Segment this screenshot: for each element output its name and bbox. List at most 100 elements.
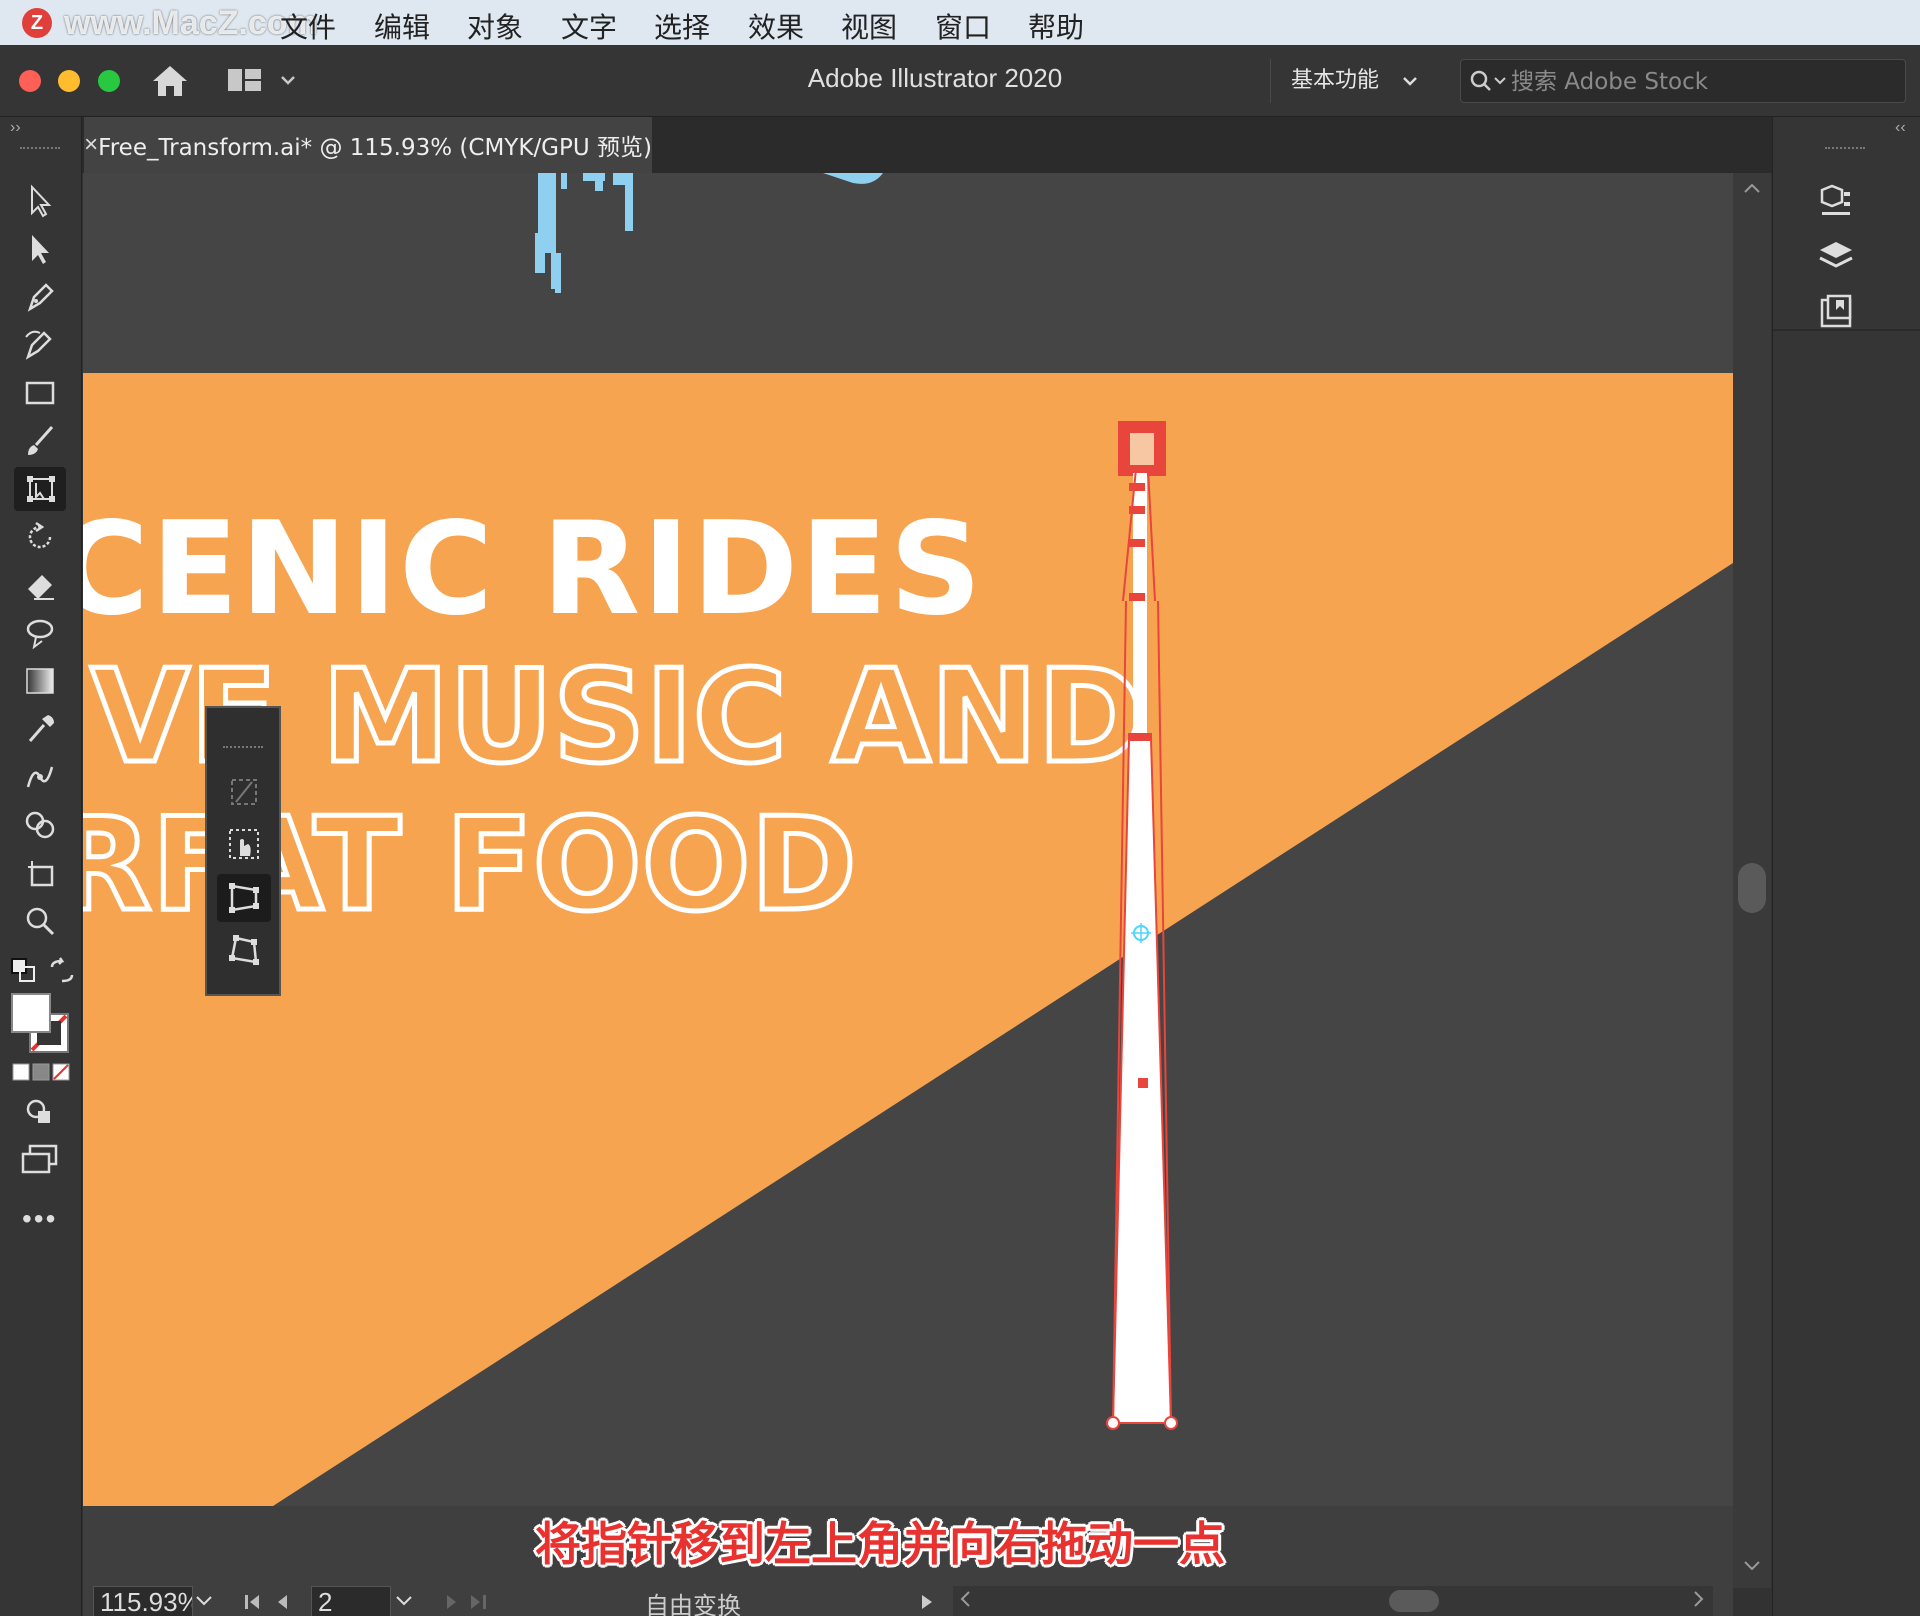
lasso-icon [26, 619, 54, 650]
chevron-down-icon [1402, 59, 1418, 103]
stock-search-input[interactable] [1511, 66, 1891, 98]
fill-stroke-swatches[interactable] [10, 992, 72, 1061]
pen-tool[interactable] [14, 275, 66, 319]
selection-arrow-icon [31, 184, 52, 218]
skyline-fragment [535, 173, 883, 293]
canvas[interactable]: CENIC RIDES IVE MUSIC AND RFAT FOOD [83, 173, 1733, 1506]
widget-grip[interactable] [223, 746, 263, 748]
zoom-tool[interactable] [14, 899, 66, 943]
gradient-tool[interactable] [14, 659, 66, 703]
menubar: Z www.MacZ.com 文件 编辑 对象 文字 选择 效果 视图 窗口 帮… [0, 0, 1920, 45]
scroll-up-icon[interactable] [1743, 181, 1761, 199]
free-transform-mode-button[interactable] [217, 820, 271, 868]
close-icon[interactable]: × [84, 131, 98, 159]
menu-select[interactable]: 选择 [654, 6, 710, 46]
direct-selection-arrow-icon [32, 235, 49, 264]
screen-mode-icon[interactable] [20, 1143, 60, 1180]
paintbrush-icon [28, 426, 54, 455]
swap-colors-icon[interactable] [48, 957, 76, 990]
edit-toolbar-icon[interactable]: ••• [22, 1203, 57, 1235]
vertical-scroll-thumb[interactable] [1738, 863, 1766, 913]
perspective-distort-button[interactable] [217, 874, 271, 922]
menu-window[interactable]: 窗口 [935, 6, 991, 46]
document-tab[interactable]: × Free_Transform.ai* @ 115.93% (CMYK/GPU… [84, 117, 652, 173]
rotate-icon [28, 521, 52, 549]
horizontal-scrollbar[interactable] [953, 1586, 1713, 1616]
collapse-panel-icon[interactable]: ›› [10, 119, 21, 137]
artboard-tool[interactable] [14, 851, 66, 895]
zoom-dropdown-icon[interactable] [195, 1594, 213, 1612]
eyedropper-icon [28, 715, 54, 742]
macz-logo: Z [22, 8, 52, 38]
scroll-left-icon[interactable] [959, 1590, 971, 1613]
artboard-icon [28, 861, 54, 887]
magnifier-icon [26, 907, 55, 936]
tutorial-caption: 将指针移到左上角并向右拖动一点 [535, 1517, 1225, 1571]
artboard-number-field[interactable]: 2 [311, 1586, 391, 1616]
free-transform-tool[interactable] [14, 467, 66, 511]
panel-divider [1773, 329, 1920, 331]
horizontal-scroll-thumb[interactable] [1389, 1590, 1439, 1612]
panel-grip[interactable] [20, 147, 60, 151]
gradient-icon [26, 668, 54, 694]
headline-line-3: RFAT FOOD [83, 791, 857, 940]
rotate-tool[interactable] [14, 515, 66, 559]
search-icon [1469, 69, 1509, 100]
free-transform-widget [205, 706, 281, 996]
artboard-svg: CENIC RIDES IVE MUSIC AND RFAT FOOD [83, 173, 1733, 1506]
drawing-modes-icon[interactable] [24, 1097, 56, 1134]
menu-view[interactable]: 视图 [841, 6, 897, 46]
color-mode-buttons[interactable] [12, 1062, 70, 1089]
layers-panel-icon[interactable] [1811, 233, 1861, 283]
expand-panels-icon[interactable]: ‹‹ [1895, 119, 1906, 137]
headline-line-1: CENIC RIDES [83, 495, 984, 644]
eyedropper-tool[interactable] [14, 707, 66, 751]
menu-object[interactable]: 对象 [467, 6, 523, 46]
status-tool-name: 自由变换 [645, 1592, 741, 1616]
blend-icon [26, 766, 54, 788]
document-tabbar: × Free_Transform.ai* @ 115.93% (CMYK/GPU… [82, 117, 1772, 173]
hand-transform-icon [229, 829, 259, 859]
blend-tool[interactable] [14, 755, 66, 799]
next-artboard-icon[interactable] [443, 1592, 493, 1616]
stock-search-box[interactable] [1460, 59, 1906, 103]
panel-grip[interactable] [1825, 147, 1865, 151]
workspace-switcher[interactable]: 基本功能 [1270, 59, 1438, 103]
lasso-tool[interactable] [14, 611, 66, 655]
perspective-distort-icon [229, 883, 259, 913]
curvature-tool[interactable] [14, 323, 66, 367]
menu-type[interactable]: 文字 [561, 6, 617, 46]
eraser-icon [28, 575, 54, 600]
selection-tool[interactable] [14, 179, 66, 223]
status-menu-icon[interactable] [919, 1592, 935, 1616]
curvature-pen-icon [25, 330, 52, 360]
zoom-level-field[interactable]: 115.93% [93, 1586, 193, 1616]
app-header: Adobe Illustrator 2020 基本功能 [0, 45, 1920, 117]
free-distort-button[interactable] [217, 926, 271, 974]
constrain-icon [231, 779, 257, 805]
tools-panel: ›› ••• [0, 117, 82, 1616]
scroll-right-icon[interactable] [1693, 1590, 1705, 1613]
first-artboard-icon[interactable] [243, 1592, 303, 1616]
pen-icon [27, 283, 54, 312]
shape-builder-icon [25, 811, 55, 839]
workspace-label: 基本功能 [1291, 68, 1380, 93]
artboard-dropdown-icon[interactable] [395, 1594, 413, 1612]
vertical-scrollbar[interactable] [1733, 173, 1771, 1588]
eraser-tool[interactable] [14, 563, 66, 607]
right-panel-dock: ‹‹ [1772, 117, 1920, 1616]
shape-builder-tool[interactable] [14, 803, 66, 847]
free-distort-icon [229, 935, 259, 965]
paintbrush-tool[interactable] [14, 419, 66, 463]
document-tab-label: Free_Transform.ai* @ 115.93% (CMYK/GPU 预… [98, 135, 652, 161]
rectangle-tool[interactable] [14, 371, 66, 415]
properties-panel-icon[interactable] [1811, 177, 1861, 227]
menu-help[interactable]: 帮助 [1028, 6, 1084, 46]
constrain-button[interactable] [217, 768, 271, 816]
rectangle-icon [25, 381, 55, 405]
menu-effect[interactable]: 效果 [748, 6, 804, 46]
direct-selection-tool[interactable] [14, 227, 66, 271]
menu-file[interactable]: 文件 [280, 6, 336, 46]
default-colors-icon[interactable] [10, 957, 38, 990]
menu-edit[interactable]: 编辑 [374, 6, 430, 46]
